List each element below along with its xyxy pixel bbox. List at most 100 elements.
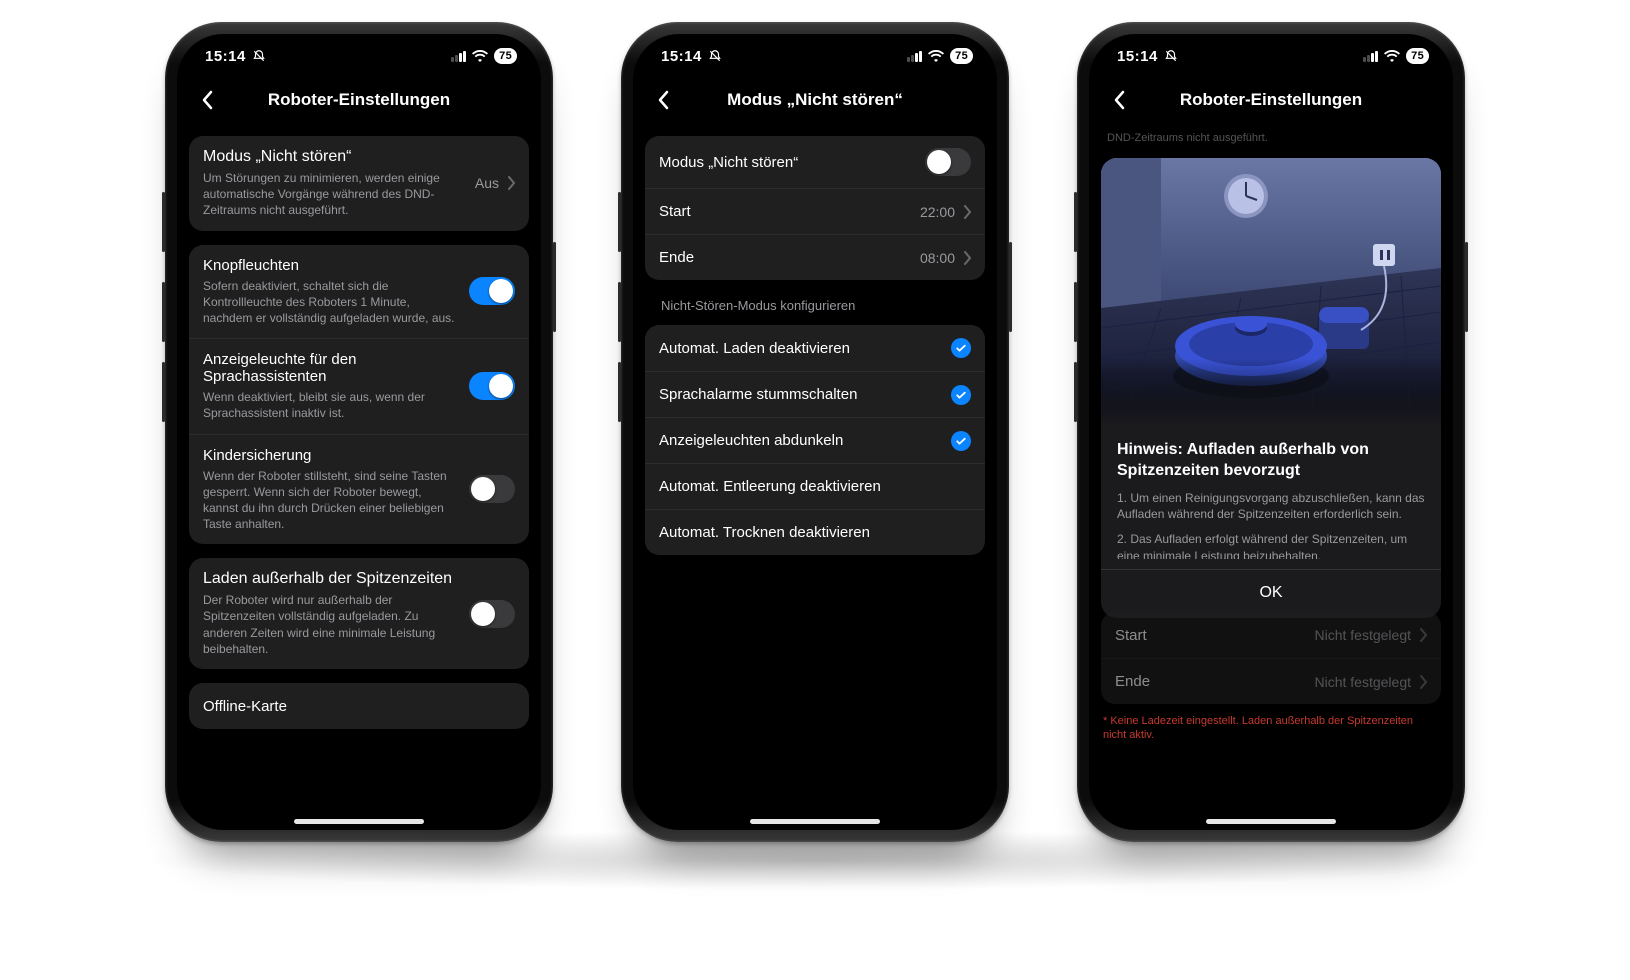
- voice-light-toggle[interactable]: [469, 372, 515, 400]
- back-button[interactable]: [1099, 78, 1139, 122]
- modal-backdrop: Hinweis: Aufladen außerhalb von Spitzenz…: [1089, 144, 1453, 830]
- option-label: Automat. Entleerung deaktivieren: [659, 478, 971, 495]
- button-lights-toggle[interactable]: [469, 277, 515, 305]
- dnd-end-row[interactable]: Ende 08:00: [645, 234, 985, 280]
- option-label: Anzeigeleuchten abdunkeln: [659, 432, 941, 449]
- robot-charging-illustration: [1101, 158, 1441, 426]
- notch: [725, 34, 905, 62]
- dnd-title: Modus „Nicht stören“: [203, 148, 465, 166]
- cellular-icon: [451, 51, 466, 62]
- wifi-icon: [472, 50, 488, 62]
- mute-icon: [252, 49, 266, 63]
- dnd-end-value: 08:00: [920, 250, 955, 266]
- page-title: Modus „Nicht stören“: [727, 90, 903, 110]
- nav-header: Roboter-Einstellungen: [177, 78, 541, 122]
- status-left: 15:14: [1117, 48, 1178, 65]
- option-auto-empty[interactable]: Automat. Entleerung deaktivieren: [645, 463, 985, 509]
- dnd-start-label: Start: [659, 203, 910, 220]
- off-peak-title: Laden außerhalb der Spitzenzeiten: [203, 570, 459, 588]
- battery-indicator: 75: [494, 48, 517, 64]
- status-time: 15:14: [205, 48, 246, 65]
- child-lock-row: Kindersicherung Wenn der Roboter stillst…: [189, 434, 529, 545]
- dnd-value: Aus: [475, 175, 499, 191]
- dnd-options-card: Automat. Laden deaktivieren Sprachalarme…: [645, 325, 985, 555]
- voice-light-title: Anzeigeleuchte für den Sprachassistenten: [203, 351, 459, 385]
- content: Modus „Nicht stören“ Um Störungen zu min…: [177, 122, 541, 830]
- modal-line-1: 1. Um einen Reinigungsvorgang abzuschlie…: [1117, 490, 1425, 524]
- dnd-start-value: 22:00: [920, 204, 955, 220]
- wifi-icon: [1384, 50, 1400, 62]
- dnd-toggle[interactable]: [925, 148, 971, 176]
- option-label: Automat. Laden deaktivieren: [659, 340, 941, 357]
- status-right: 75: [451, 48, 517, 64]
- battery-indicator: 75: [950, 48, 973, 64]
- back-button[interactable]: [187, 78, 227, 122]
- child-lock-toggle[interactable]: [469, 475, 515, 503]
- check-icon: [951, 431, 971, 451]
- offline-map-card[interactable]: Offline-Karte: [189, 683, 529, 729]
- option-dim-lights[interactable]: Anzeigeleuchten abdunkeln: [645, 417, 985, 463]
- notch: [1181, 34, 1361, 62]
- dnd-config-card: Modus „Nicht stören“ Start 22:00: [645, 136, 985, 280]
- child-lock-description: Wenn der Roboter stillsteht, sind seine …: [203, 468, 459, 533]
- behind-start-value: Nicht festgelegt: [1315, 627, 1412, 643]
- button-lights-row: Knopfleuchten Sofern deaktiviert, schalt…: [189, 245, 529, 339]
- off-peak-toggle[interactable]: [469, 600, 515, 628]
- page-title: Roboter-Einstellungen: [1180, 90, 1362, 110]
- off-peak-card: Laden außerhalb der Spitzenzeiten Der Ro…: [189, 558, 529, 669]
- option-mute-voice[interactable]: Sprachalarme stummschalten: [645, 371, 985, 417]
- option-label: Automat. Trocknen deaktivieren: [659, 524, 971, 541]
- dnd-description: Um Störungen zu minimieren, werden einig…: [203, 170, 465, 219]
- nav-header: Roboter-Einstellungen: [1089, 78, 1453, 122]
- behind-end-row[interactable]: Ende Nicht festgelegt: [1101, 658, 1441, 704]
- home-indicator[interactable]: [294, 819, 424, 824]
- status-time: 15:14: [1117, 48, 1158, 65]
- dnd-start-row[interactable]: Start 22:00: [645, 188, 985, 234]
- dnd-toggle-label: Modus „Nicht stören“: [659, 154, 915, 171]
- behind-end-value: Nicht festgelegt: [1315, 674, 1412, 690]
- off-peak-row: Laden außerhalb der Spitzenzeiten Der Ro…: [189, 558, 529, 669]
- mute-icon: [1164, 49, 1178, 63]
- home-indicator[interactable]: [750, 819, 880, 824]
- phone-frame-1: 15:14 75: [165, 22, 553, 842]
- voice-light-row: Anzeigeleuchte für den Sprachassistenten…: [189, 338, 529, 433]
- behind-start-row[interactable]: Start Nicht festgelegt: [1101, 612, 1441, 658]
- content: Modus „Nicht stören“ Start 22:00: [633, 122, 997, 830]
- status-time: 15:14: [661, 48, 702, 65]
- screen-2: 15:14 75: [633, 34, 997, 830]
- dnd-toggle-row: Modus „Nicht stören“: [645, 136, 985, 188]
- phone-frame-2: 15:14 75: [621, 22, 1009, 842]
- lights-card: Knopfleuchten Sofern deaktiviert, schalt…: [189, 245, 529, 545]
- check-icon: [951, 338, 971, 358]
- mute-icon: [708, 49, 722, 63]
- chevron-right-icon: [507, 176, 515, 190]
- cellular-icon: [1363, 51, 1378, 62]
- warning-text: * Keine Ladezeit eingestellt. Laden auße…: [1103, 714, 1439, 743]
- info-modal: Hinweis: Aufladen außerhalb von Spitzenz…: [1101, 158, 1441, 618]
- notch: [269, 34, 449, 62]
- cellular-icon: [907, 51, 922, 62]
- configure-header: Nicht-Stören-Modus konfigurieren: [645, 294, 985, 315]
- page-title: Roboter-Einstellungen: [268, 90, 450, 110]
- home-indicator[interactable]: [1206, 819, 1336, 824]
- off-peak-description: Der Roboter wird nur außerhalb der Spitz…: [203, 592, 459, 657]
- child-lock-title: Kindersicherung: [203, 447, 459, 464]
- chevron-right-icon: [1419, 628, 1427, 642]
- dnd-card[interactable]: Modus „Nicht stören“ Um Störungen zu min…: [189, 136, 529, 231]
- option-label: Sprachalarme stummschalten: [659, 386, 941, 403]
- behind-end-label: Ende: [1115, 673, 1305, 690]
- voice-light-description: Wenn deaktiviert, bleibt sie aus, wenn d…: [203, 389, 459, 421]
- option-auto-charge[interactable]: Automat. Laden deaktivieren: [645, 325, 985, 371]
- screen-1: 15:14 75: [177, 34, 541, 830]
- nav-header: Modus „Nicht stören“: [633, 78, 997, 122]
- status-right: 75: [907, 48, 973, 64]
- truncated-description: DND-Zeitraums nicht ausgeführt.: [1089, 122, 1453, 144]
- back-button[interactable]: [643, 78, 683, 122]
- option-auto-dry[interactable]: Automat. Trocknen deaktivieren: [645, 509, 985, 555]
- chevron-right-icon: [963, 251, 971, 265]
- check-icon: [951, 385, 971, 405]
- stage: 15:14 75: [0, 0, 1630, 980]
- chevron-right-icon: [963, 205, 971, 219]
- status-left: 15:14: [661, 48, 722, 65]
- modal-ok-button[interactable]: OK: [1101, 569, 1441, 618]
